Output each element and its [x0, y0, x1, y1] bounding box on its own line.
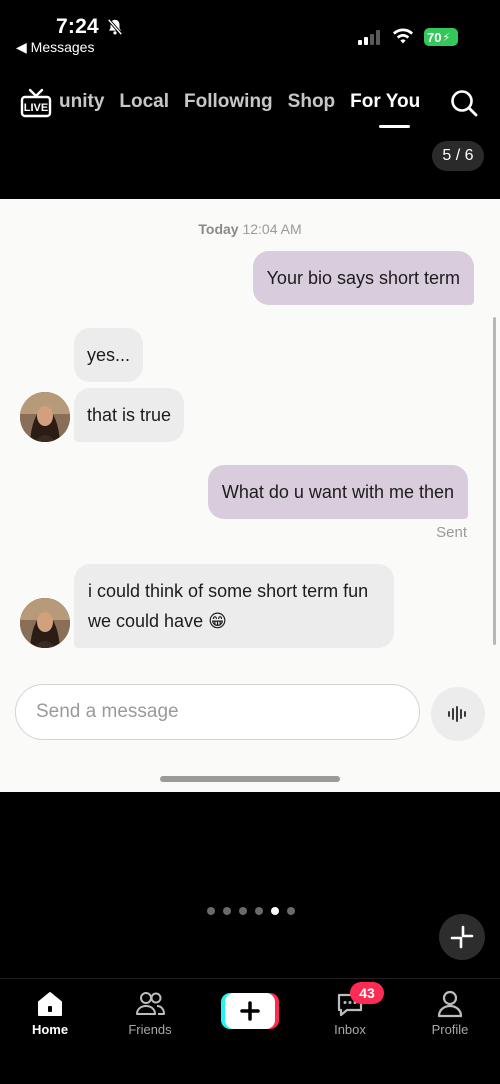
nav-home[interactable]: Home — [10, 989, 90, 1037]
feed-tabs: unity Local Following Shop For You — [55, 91, 445, 121]
nav-profile-label: Profile — [431, 1022, 469, 1037]
message-input[interactable]: Send a message — [15, 684, 420, 740]
message-bubble-outgoing[interactable]: Your bio says short term — [252, 251, 474, 305]
carousel-dots — [207, 907, 295, 917]
message-text: i could think of some short term fun we … — [88, 581, 369, 631]
create-button[interactable] — [221, 993, 279, 1029]
status-bar: 7:24 ◀ Messages 70 ⚡ — [0, 0, 500, 64]
back-app-label: Messages — [30, 39, 95, 55]
date-time: 12:04 AM — [242, 221, 302, 237]
top-navigation: LIVE unity Local Following Shop For You — [0, 80, 500, 130]
carousel-dot-active[interactable] — [271, 907, 279, 915]
carousel-dot[interactable] — [287, 907, 295, 915]
nav-friends-label: Friends — [128, 1022, 172, 1037]
live-label: LIVE — [24, 102, 48, 114]
sent-status: Sent — [436, 524, 467, 541]
tab-shop[interactable]: Shop — [288, 91, 336, 113]
chat-panel: Today 12:04 AM Your bio says short term … — [0, 199, 500, 792]
waveform-icon — [448, 706, 466, 722]
chat-scrollbar[interactable] — [493, 317, 496, 645]
voice-message-button[interactable] — [431, 687, 485, 741]
contact-avatar[interactable] — [20, 598, 70, 648]
message-text: yes... — [87, 345, 131, 365]
home-icon — [38, 992, 62, 1016]
home-indicator — [160, 776, 340, 782]
battery-level: 70 — [427, 29, 442, 45]
carousel-dot[interactable] — [223, 907, 231, 915]
battery-icon: 70 ⚡ — [424, 28, 458, 46]
live-icon[interactable]: LIVE — [20, 88, 52, 118]
tab-community[interactable]: unity — [59, 91, 104, 113]
page-counter: 5 / 6 — [432, 141, 484, 171]
back-to-app-link[interactable]: ◀ Messages — [16, 39, 94, 56]
nav-profile[interactable]: Profile — [410, 989, 490, 1037]
collapse-button[interactable] — [439, 914, 485, 960]
bell-slash-icon — [107, 18, 123, 36]
date-stamp: Today 12:04 AM — [0, 221, 500, 237]
message-bubble-incoming[interactable]: that is true — [74, 388, 185, 442]
nav-home-label: Home — [31, 1022, 69, 1037]
message-text: that is true — [87, 405, 172, 425]
search-icon[interactable] — [450, 89, 478, 117]
date-day: Today — [198, 221, 239, 237]
clock: 7:24 — [56, 15, 99, 38]
carousel-dot[interactable] — [207, 907, 215, 915]
message-text: Your bio says short term — [266, 268, 460, 288]
friends-icon — [136, 992, 165, 1015]
cellular-signal-icon — [358, 30, 384, 45]
nav-friends[interactable]: Friends — [110, 989, 190, 1037]
tab-for-you[interactable]: For You — [350, 91, 420, 113]
message-bubble-incoming[interactable]: yes... — [74, 328, 144, 382]
tab-local[interactable]: Local — [119, 91, 169, 113]
message-text: What do u want with me then — [221, 482, 454, 502]
wifi-icon — [393, 28, 413, 44]
contact-avatar[interactable] — [20, 392, 70, 442]
bottom-navigation: Home Friends Inbox 43 Profile — [0, 978, 500, 1084]
inbox-badge: 43 — [350, 982, 384, 1004]
tab-following[interactable]: Following — [184, 91, 273, 113]
carousel-dot[interactable] — [239, 907, 247, 915]
carousel-dot[interactable] — [255, 907, 263, 915]
profile-icon — [437, 990, 463, 1018]
nav-inbox-label: Inbox — [334, 1022, 366, 1037]
collapse-icon — [450, 925, 474, 949]
message-input-placeholder: Send a message — [36, 701, 179, 722]
active-tab-indicator — [379, 125, 410, 128]
message-bubble-outgoing[interactable]: What do u want with me then — [207, 465, 468, 519]
message-bubble-incoming[interactable]: i could think of some short term fun we … — [74, 564, 394, 648]
